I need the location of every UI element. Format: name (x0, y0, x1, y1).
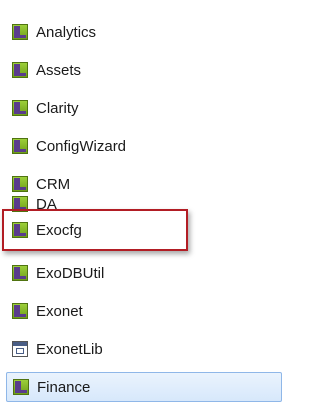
project-icon (12, 196, 28, 212)
tree-item-exonet[interactable]: Exonet (8, 296, 93, 326)
tree-item-label: Finance (37, 378, 91, 396)
tree-item-assets[interactable]: Assets (8, 55, 91, 85)
tree-item-da[interactable]: DA (8, 191, 67, 217)
tree-item-label: Exocfg (36, 221, 82, 239)
tree-item-clarity[interactable]: Clarity (8, 93, 89, 123)
tree-item-label: Exonet (36, 302, 83, 320)
project-icon (12, 222, 28, 238)
project-tree: Analytics Assets Clarity ConfigWizard CR… (0, 0, 282, 419)
tree-item-finance[interactable]: Finance (6, 372, 282, 402)
tree-item-label: CRM (36, 175, 71, 193)
tree-item-label: Clarity (36, 99, 79, 117)
project-icon (12, 24, 28, 40)
tree-item-analytics[interactable]: Analytics (8, 17, 106, 47)
project-icon (13, 379, 29, 395)
project-icon (12, 176, 28, 192)
tree-item-label: Assets (36, 61, 82, 79)
tree-item-label: ExoDBUtil (36, 264, 105, 282)
tree-item-label: DA (36, 195, 57, 213)
project-icon (12, 100, 28, 116)
tree-item-label: ExonetLib (36, 340, 103, 358)
tree-item-exonetlib[interactable]: ExonetLib (8, 334, 113, 364)
project-icon (12, 265, 28, 281)
library-icon (12, 341, 28, 357)
project-icon (12, 303, 28, 319)
project-icon (12, 62, 28, 78)
tree-item-label: ConfigWizard (36, 137, 127, 155)
tree-item-exodbutil[interactable]: ExoDBUtil (8, 258, 114, 288)
tree-item-exocfg[interactable]: Exocfg (8, 215, 92, 245)
tree-item-label: Analytics (36, 23, 97, 41)
project-icon (12, 138, 28, 154)
tree-item-configwizard[interactable]: ConfigWizard (8, 131, 136, 161)
